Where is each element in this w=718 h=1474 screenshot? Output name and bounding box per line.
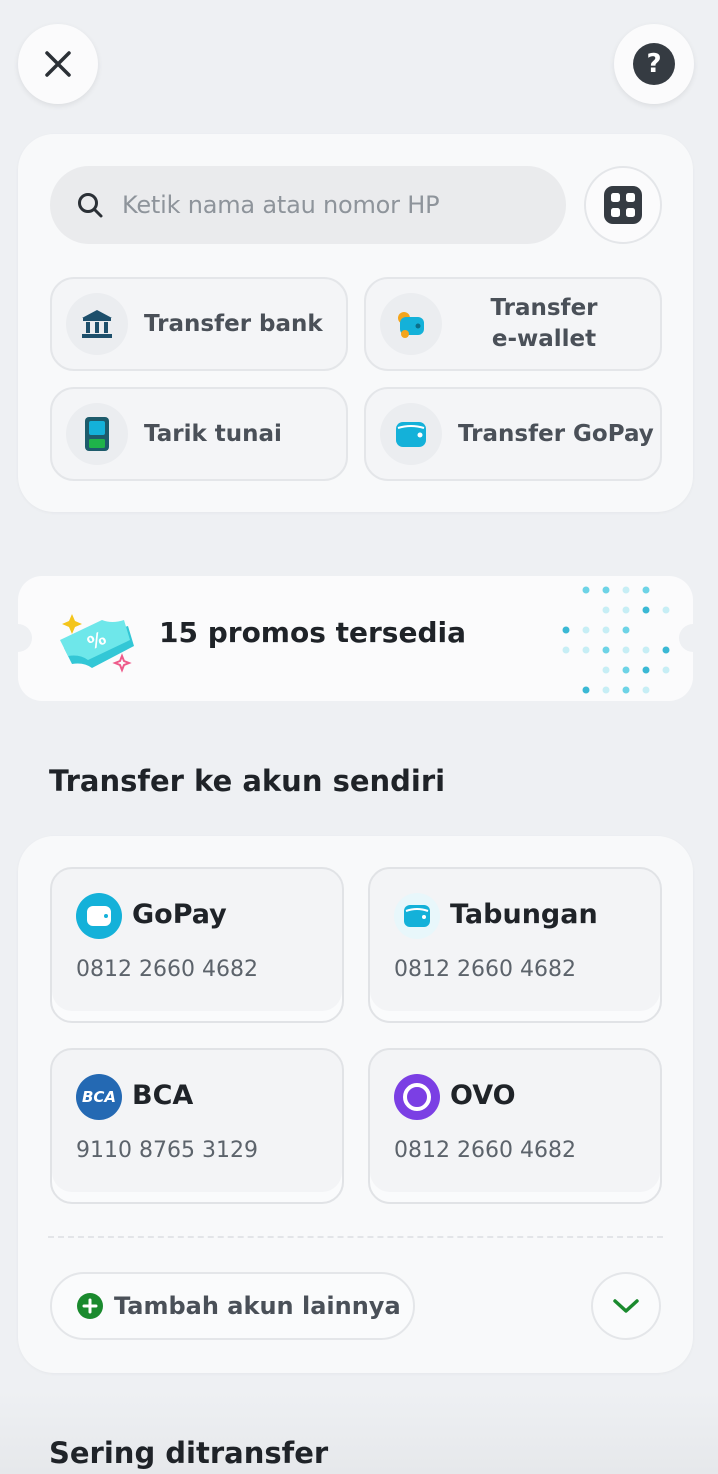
chevron-down-icon	[613, 1299, 639, 1313]
account-card-bca[interactable]: BCA BCA 9110 8765 3129	[50, 1048, 344, 1204]
account-name: Tabungan	[450, 899, 598, 930]
account-number: 0812 2660 4682	[394, 1138, 576, 1163]
transfer-gopay-button[interactable]: Transfer GoPay	[364, 387, 662, 481]
help-button[interactable]: ?	[614, 24, 694, 104]
help-icon: ?	[633, 43, 675, 85]
bank-icon	[66, 293, 128, 355]
account-card-gopay[interactable]: GoPay 0812 2660 4682	[50, 867, 344, 1023]
account-name: GoPay	[132, 899, 227, 930]
gopay-icon	[380, 403, 442, 465]
close-button[interactable]	[18, 24, 98, 104]
cash-withdrawal-button[interactable]: Tarik tunai	[50, 387, 348, 481]
transfer-gopay-label: Transfer GoPay	[458, 420, 654, 447]
promo-banner[interactable]: % 15 promos tersedia	[18, 576, 693, 701]
transfer-options-card: Ketik nama atau nomor HP Transfer bank T…	[18, 134, 693, 512]
transfer-ewallet-button[interactable]: Transfer e-wallet	[364, 277, 662, 371]
transfer-bank-button[interactable]: Transfer bank	[50, 277, 348, 371]
account-card-ovo[interactable]: OVO 0812 2660 4682	[368, 1048, 662, 1204]
ticket-notch-left	[18, 624, 32, 652]
promo-text: 15 promos tersedia	[159, 616, 467, 649]
search-icon	[78, 193, 103, 218]
own-accounts-card: GoPay 0812 2660 4682 Tabungan 0812 2660 …	[18, 836, 693, 1373]
account-name: BCA	[132, 1080, 194, 1111]
ovo-logo	[394, 1074, 440, 1120]
account-number: 0812 2660 4682	[76, 957, 258, 982]
atm-icon	[66, 403, 128, 465]
search-placeholder: Ketik nama atau nomor HP	[122, 191, 440, 219]
cash-withdrawal-label: Tarik tunai	[144, 420, 282, 447]
gopay-icon	[76, 893, 122, 939]
frequent-transfers-title: Sering ditransfer	[49, 1436, 329, 1470]
own-accounts-title: Transfer ke akun sendiri	[49, 764, 446, 798]
search-input[interactable]: Ketik nama atau nomor HP	[50, 166, 566, 244]
bca-logo: BCA	[76, 1074, 122, 1120]
add-account-label: Tambah akun lainnya	[114, 1292, 401, 1320]
account-name: OVO	[450, 1080, 516, 1111]
close-icon	[45, 51, 71, 77]
account-number: 0812 2660 4682	[394, 957, 576, 982]
divider	[48, 1236, 663, 1238]
savings-icon	[394, 893, 440, 939]
add-account-button[interactable]: Tambah akun lainnya	[50, 1272, 415, 1340]
scan-qr-button[interactable]	[584, 166, 662, 244]
transfer-bank-label: Transfer bank	[144, 310, 323, 337]
qr-scan-icon	[604, 186, 642, 224]
account-number: 9110 8765 3129	[76, 1138, 258, 1163]
plus-icon	[77, 1293, 103, 1319]
promo-ticket-icon: %	[60, 614, 134, 673]
transfer-ewallet-label: Transfer e-wallet	[490, 295, 598, 352]
account-card-tabungan[interactable]: Tabungan 0812 2660 4682	[368, 867, 662, 1023]
dot-pattern-decoration	[562, 586, 670, 694]
wallet-icon	[380, 293, 442, 355]
expand-accounts-button[interactable]	[591, 1272, 661, 1340]
